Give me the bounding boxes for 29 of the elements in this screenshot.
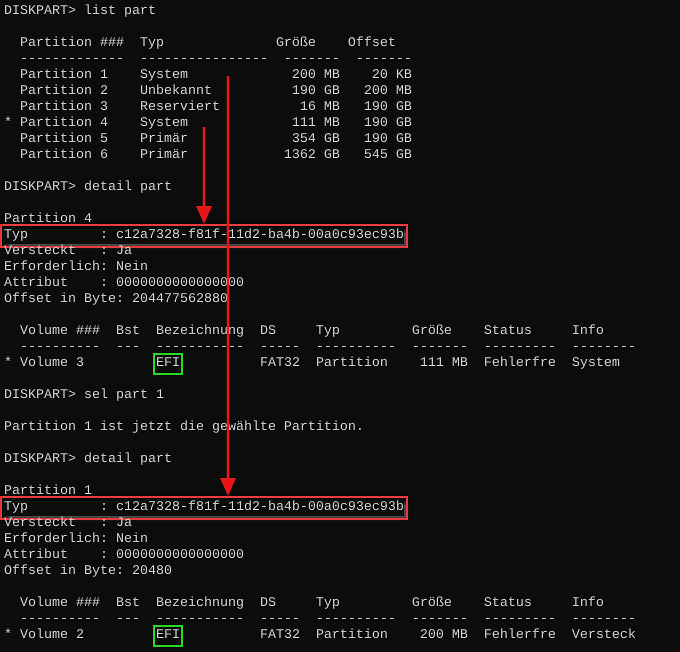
console-line: Erforderlich: Nein [4, 532, 148, 547]
console-line: Versteckt : Ja [4, 244, 132, 259]
console-line: FAT32 Partition 200 MB Fehlerfre Versteck [258, 628, 636, 644]
console-line: Partition 1 System 200 MB 20 KB [18, 68, 412, 83]
command-prompt: DISKPART> detail part [4, 180, 172, 195]
console-line: Partition 3 Reserviert 16 MB 190 GB [18, 100, 412, 115]
console-line: * Partition 4 System 111 MB 190 GB [4, 116, 412, 131]
console-line: Partition ### Typ Größe Offset [18, 36, 396, 51]
command-prompt: DISKPART> sel part 1 [4, 388, 164, 403]
command-prompt: DISKPART> detail part [4, 452, 172, 467]
console-line: Volume ### Bst Bezeichnung DS Typ Größe Status Info [18, 596, 604, 611]
console-line: FAT32 Partition 111 MB Fehlerfre System [258, 356, 620, 372]
console-line: Partition 5 Primär 354 GB 190 GB [18, 132, 412, 147]
console-line: Partition 1 [4, 484, 92, 499]
highlighted-label: EFI [152, 353, 183, 375]
console-line: ---------- --- ----------- ----- ---------- ------- --------- -------- [18, 612, 636, 627]
console-line: ------------- ---------------- ------- ------- [18, 52, 412, 67]
console-line: * Volume 2 [4, 628, 85, 644]
console-line: * Volume 3 [4, 356, 85, 372]
console-line: Partition 6 Primär 1362 GB 545 GB [18, 148, 412, 163]
console-line: Partition 4 [4, 212, 92, 227]
console-line: Partition 2 Unbekannt 190 GB 200 MB [18, 84, 412, 99]
console-line: Versteckt : Ja [4, 516, 132, 531]
console-line: Erforderlich: Nein [4, 260, 148, 275]
highlighted-label: EFI [152, 625, 183, 647]
command-prompt: DISKPART> list part [4, 4, 156, 19]
console-line: Offset in Byte: 20480 [4, 564, 172, 579]
console-line: ---------- --- ----------- ----- ---------- ------- --------- -------- [18, 340, 636, 355]
console-line: Attribut : 0000000000000000 [4, 548, 244, 563]
